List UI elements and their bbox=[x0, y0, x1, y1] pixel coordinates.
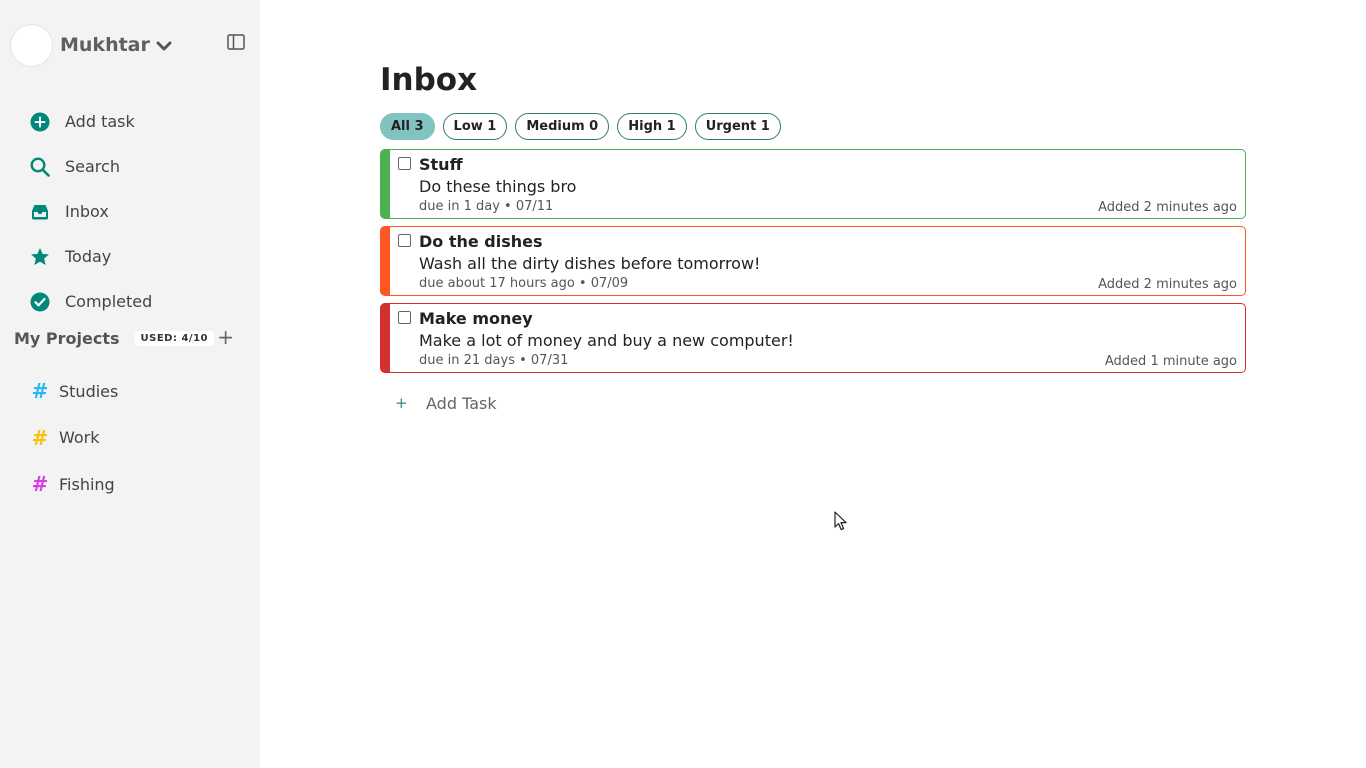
avatar[interactable] bbox=[10, 23, 53, 67]
sidebar-item-label: Today bbox=[65, 247, 112, 266]
sidebar-item-search[interactable]: Search bbox=[30, 144, 152, 189]
filter-chip-urgent[interactable]: Urgent 1 bbox=[694, 113, 781, 140]
sidebar-item-label: Search bbox=[65, 157, 120, 176]
sidebar-item-label: Inbox bbox=[65, 202, 109, 221]
task-description: Wash all the dirty dishes before tomorro… bbox=[419, 254, 761, 273]
sidebar-item-add-task[interactable]: Add task bbox=[30, 99, 152, 144]
project-item-studies[interactable]: # Studies bbox=[30, 368, 119, 415]
add-task-label: Add Task bbox=[426, 393, 497, 413]
plus-circle-icon bbox=[30, 112, 50, 132]
task-description: Make a lot of money and buy a new comput… bbox=[419, 331, 794, 350]
project-item-work[interactable]: # Work bbox=[30, 415, 118, 462]
task-title: Stuff bbox=[419, 155, 463, 174]
filter-chip-medium[interactable]: Medium 0 bbox=[515, 113, 610, 140]
plus-icon: + bbox=[395, 394, 408, 412]
task-title: Do the dishes bbox=[419, 232, 543, 251]
task-description: Do these things bro bbox=[419, 177, 577, 196]
task-checkbox[interactable] bbox=[398, 311, 411, 324]
sidebar-nav: Add task Search Inbox Today Completed bbox=[30, 99, 152, 324]
project-list: # Studies # Work # Fishing bbox=[30, 368, 119, 508]
task-due-date: due about 17 hours ago • 07/09 bbox=[419, 276, 629, 291]
task-card[interactable]: Do the dishes Wash all the dirty dishes … bbox=[380, 226, 1246, 296]
user-menu[interactable]: Mukhtar bbox=[10, 23, 172, 67]
sidebar-item-label: Add task bbox=[65, 112, 135, 131]
project-label: Studies bbox=[59, 381, 119, 401]
task-added-time: Added 2 minutes ago bbox=[1098, 200, 1237, 215]
task-card[interactable]: Stuff Do these things bro due in 1 day •… bbox=[380, 149, 1246, 219]
filter-chip-high[interactable]: High 1 bbox=[617, 113, 687, 140]
hash-icon: # bbox=[31, 379, 49, 404]
task-list: Stuff Do these things bro due in 1 day •… bbox=[380, 149, 1246, 380]
mouse-cursor-icon bbox=[834, 511, 847, 531]
task-card[interactable]: Make money Make a lot of money and buy a… bbox=[380, 303, 1246, 373]
projects-usage-badge: USED: 4/10 bbox=[134, 330, 214, 346]
sidebar-toggle-icon[interactable] bbox=[227, 34, 245, 50]
task-checkbox[interactable] bbox=[398, 234, 411, 247]
inbox-icon bbox=[30, 202, 50, 222]
add-task-button[interactable]: + Add Task bbox=[395, 392, 497, 414]
sidebar-item-label: Completed bbox=[65, 292, 153, 311]
task-title: Make money bbox=[419, 309, 533, 328]
sidebar: Mukhtar Add task Search Inbox Today Comp… bbox=[0, 0, 260, 768]
hash-icon: # bbox=[31, 472, 49, 497]
projects-title[interactable]: My Projects bbox=[14, 329, 120, 348]
task-due-date: due in 21 days • 07/31 bbox=[419, 353, 569, 368]
task-added-time: Added 1 minute ago bbox=[1104, 354, 1237, 369]
chevron-down-icon[interactable] bbox=[156, 40, 172, 52]
priority-filters: All 3 Low 1 Medium 0 High 1 Urgent 1 bbox=[380, 113, 789, 140]
page-title: Inbox bbox=[380, 62, 478, 98]
project-label: Work bbox=[59, 428, 100, 448]
filter-chip-low[interactable]: Low 1 bbox=[442, 113, 508, 140]
search-icon bbox=[30, 156, 50, 177]
filter-chip-all[interactable]: All 3 bbox=[380, 113, 435, 140]
sidebar-item-inbox[interactable]: Inbox bbox=[30, 189, 152, 234]
star-icon bbox=[30, 247, 50, 267]
task-added-time: Added 2 minutes ago bbox=[1098, 277, 1237, 292]
check-circle-icon bbox=[30, 292, 50, 312]
sidebar-item-today[interactable]: Today bbox=[30, 234, 152, 279]
sidebar-item-completed[interactable]: Completed bbox=[30, 279, 152, 324]
add-project-button[interactable]: + bbox=[217, 327, 234, 347]
task-due-date: due in 1 day • 07/11 bbox=[419, 199, 554, 214]
user-name[interactable]: Mukhtar bbox=[60, 34, 150, 56]
project-item-fishing[interactable]: # Fishing bbox=[30, 461, 118, 508]
project-label: Fishing bbox=[59, 474, 115, 494]
hash-icon: # bbox=[31, 425, 49, 450]
projects-header: My Projects USED: 4/10 + bbox=[14, 326, 240, 350]
task-checkbox[interactable] bbox=[398, 157, 411, 170]
